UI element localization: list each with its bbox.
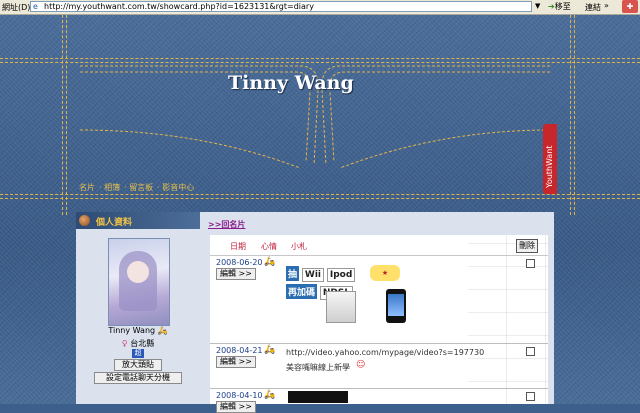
brand-label: YouthWant — [545, 145, 554, 188]
entry-text: 美容嘴嘛線上新學 — [286, 363, 350, 372]
enlarge-avatar-button[interactable]: 放大頭貼 — [114, 359, 162, 371]
row-checkbox[interactable] — [526, 392, 535, 401]
ball-icon — [79, 215, 90, 226]
gender-icon: ♀ — [121, 339, 128, 348]
entry-date: 2008-04-21 — [216, 346, 263, 355]
profile-panel: 個人資料 Tinny Wang 🛵 ♀ 台北縣 超品 放大頭貼 設定電話聊天分機 — [76, 212, 200, 404]
avatar[interactable] — [108, 238, 170, 326]
scooter-icon: 🛵 — [157, 326, 168, 335]
table-row: 2008-06-20 編輯 >> 🛵 抽 Wii Ipod 再加碼 NDSL ★ — [210, 256, 548, 344]
col-date: 日期 — [230, 242, 246, 251]
profile-location-row: ♀ 台北縣 — [76, 338, 200, 349]
col-note: 小札 — [291, 242, 307, 251]
page-title: Tinny Wang — [228, 72, 354, 94]
profile-header: 個人資料 — [76, 212, 200, 229]
profile-header-label: 個人資料 — [96, 218, 133, 228]
table-row: 2008-04-21 編輯 >> 🛵 http://video.yahoo.co… — [210, 344, 548, 389]
nav-item-guestbook[interactable]: 留言板 — [129, 183, 153, 192]
emoticon-icon: ☺ — [356, 360, 366, 370]
entry-date: 2008-04-10 — [216, 391, 263, 400]
brand-tab[interactable]: YouthWant — [543, 124, 557, 194]
ipod-image — [386, 289, 406, 323]
console-image — [326, 291, 356, 323]
mood-icon: 🛵 — [264, 390, 276, 400]
edit-button[interactable]: 編輯 >> — [216, 356, 256, 368]
ad-word: Wii — [301, 268, 324, 282]
entry-redacted-block — [288, 391, 348, 403]
ad-mascot: ★ — [370, 265, 400, 281]
nav-item-media[interactable]: 影音中心 — [162, 183, 194, 192]
profile-name-row: Tinny Wang 🛵 — [76, 326, 200, 335]
nav-item-album[interactable]: 相簿 — [104, 183, 120, 192]
ad-word: 抽 — [286, 266, 300, 281]
nav-item-card[interactable]: 名片 — [79, 183, 95, 192]
diary-header: 日期 心情 小札 刪除 — [210, 235, 548, 256]
profile-name[interactable]: Tinny Wang — [108, 326, 155, 335]
entry-url[interactable]: http://video.yahoo.com/mypage/video?s=19… — [286, 348, 484, 357]
entry-date: 2008-06-20 — [216, 258, 263, 267]
back-to-card-link[interactable]: >>回名片 — [208, 219, 245, 230]
top-nav: 名片 · 相簿 · 留言板 · 影音中心 — [79, 183, 195, 192]
profile-location: 台北縣 — [130, 339, 155, 348]
delete-button[interactable]: 刪除 — [516, 239, 538, 253]
edit-button[interactable]: 編輯 >> — [216, 401, 256, 413]
table-row: 2008-04-10 編輯 >> 🛵 — [210, 389, 548, 413]
row-checkbox[interactable] — [526, 347, 535, 356]
ad-word: 再加碼 — [286, 284, 318, 299]
ipod-screen — [388, 294, 404, 316]
phone-chat-button[interactable]: 設定電話聊天分機 — [94, 372, 182, 384]
avatar-face — [127, 261, 149, 283]
diary-table: 日期 心情 小札 刪除 2008-06-20 編輯 >> 🛵 抽 Wii Ipo… — [210, 235, 548, 413]
mood-icon: 🛵 — [264, 257, 276, 267]
ad-word: Ipod — [326, 268, 356, 282]
status-badge: 超品 — [132, 349, 144, 366]
edit-button[interactable]: 編輯 >> — [216, 268, 256, 280]
ad-banner[interactable]: 抽 Wii Ipod 再加碼 NDSL ★ — [286, 261, 410, 329]
row-checkbox[interactable] — [526, 259, 535, 268]
mood-icon: 🛵 — [264, 345, 276, 355]
col-mood: 心情 — [261, 242, 277, 251]
